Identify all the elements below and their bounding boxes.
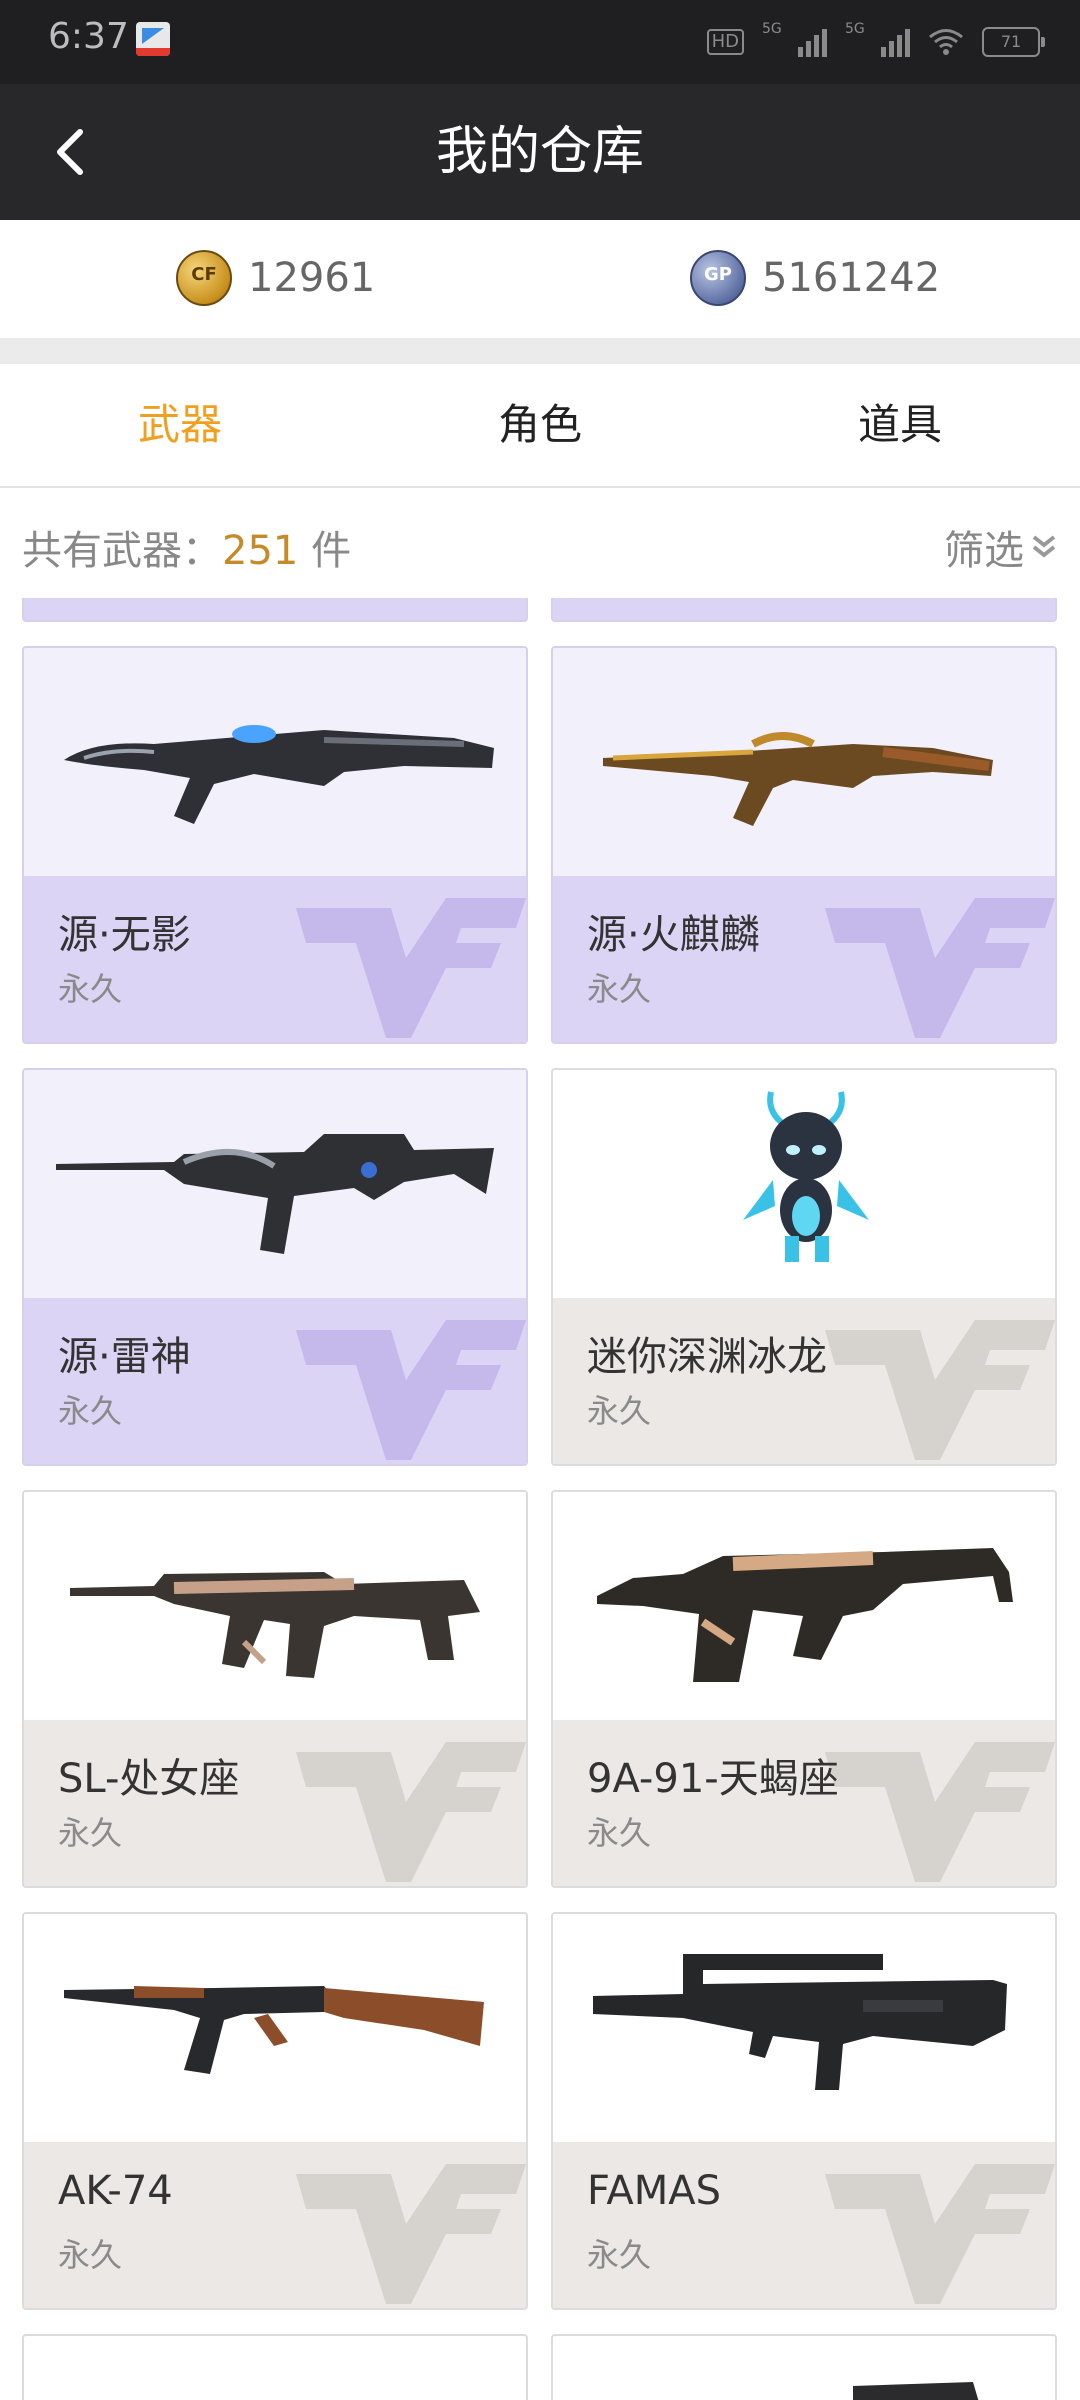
item-info: FAMAS 永久 [553, 2142, 1055, 2308]
item-name: AK-74 [58, 2168, 173, 2214]
rifle-famas-icon [593, 1954, 1007, 2090]
item-duration: 永久 [587, 1392, 652, 1430]
page-title: 我的仓库 [435, 122, 644, 182]
item-image [24, 648, 526, 876]
item-image [24, 1914, 526, 2142]
item-name: FAMAS [587, 2168, 721, 2214]
item-card[interactable]: 源·雷神 永久 [22, 1068, 528, 1466]
item-duration: 永久 [587, 2236, 652, 2274]
item-name: SL-处女座 [58, 1756, 240, 1802]
item-card[interactable]: 9A-91-天蝎座 永久 [551, 1490, 1057, 1888]
double-chevron-down-icon [1032, 535, 1056, 558]
tab-characters[interactable]: 角色 [360, 364, 720, 486]
rifle-ak74-icon [64, 1986, 484, 2074]
cf-points: 12961 [176, 250, 375, 306]
cf-logo-watermark [296, 2164, 526, 2304]
item-name: 源·火麒麟 [587, 912, 760, 958]
pistol-partial-icon [853, 2382, 979, 2400]
rifle-scar-icon [70, 1572, 480, 1678]
cf-logo-watermark [296, 1742, 526, 1882]
rifle-ak-gold-icon [603, 732, 993, 826]
cf-logo-watermark [825, 898, 1055, 1038]
item-info: AK-74 永久 [24, 2142, 526, 2308]
cf-logo-watermark [825, 1320, 1055, 1460]
hd-badge: HD [706, 29, 744, 55]
item-duration: 永久 [587, 1814, 652, 1852]
cf-points-value: 12961 [248, 255, 376, 301]
item-card[interactable]: 迷你深渊冰龙 永久 [551, 1068, 1057, 1466]
notification-app-icon [136, 22, 170, 56]
tab-weapons[interactable]: 武器 [0, 364, 360, 486]
app-header: 我的仓库 [0, 84, 1080, 220]
item-card[interactable]: FAMAS 永久 [551, 1912, 1057, 2310]
item-image [553, 648, 1055, 876]
item-name: 迷你深渊冰龙 [587, 1334, 827, 1380]
count-label: 共有武器： [22, 528, 222, 574]
item-image [553, 1914, 1055, 2142]
item-duration: 永久 [587, 970, 652, 1008]
cf-logo-watermark [296, 898, 526, 1038]
item-info: 源·雷神 永久 [24, 1298, 526, 1464]
item-card[interactable]: AK-74 永久 [22, 1912, 528, 2310]
item-card[interactable]: 源·火麒麟 永久 [551, 646, 1057, 1044]
item-name: 源·雷神 [58, 1334, 191, 1380]
cf-coin-icon [176, 250, 232, 306]
item-duration: 永久 [58, 1814, 123, 1852]
item-name: 源·无影 [58, 912, 191, 958]
partial-item-card[interactable] [22, 598, 528, 622]
count-unit: 件 [298, 528, 352, 574]
status-bar: 6:37 HD 5G 5G 71 [0, 0, 1080, 84]
item-image [24, 1070, 526, 1298]
gp-coin-icon [690, 250, 746, 306]
item-image [553, 1070, 1055, 1298]
item-image [24, 1492, 526, 1720]
item-name: 9A-91-天蝎座 [587, 1756, 839, 1802]
item-info: 源·火麒麟 永久 [553, 876, 1055, 1042]
partial-item-card[interactable] [551, 2334, 1057, 2400]
partial-item-card[interactable] [22, 2334, 528, 2400]
rifle-9a91-icon [597, 1548, 1013, 1682]
item-info: SL-处女座 永久 [24, 1720, 526, 1886]
separator [0, 338, 1080, 364]
rifle-ak-blade-icon [64, 725, 494, 824]
signal-icon-1: 5G [762, 21, 827, 57]
inventory-grid: 源·无影 永久 源·火麒麟 永久 源·雷神 永久 迷你深渊冰龙 永久 SL-处女… [0, 598, 1080, 2400]
status-time: 6:37 [48, 16, 129, 57]
count-number: 251 [222, 528, 299, 574]
gp-points: 5161242 [690, 250, 940, 306]
count-bar: 共有武器：251 件 筛选 [0, 488, 1080, 598]
cf-logo-watermark [825, 2164, 1055, 2304]
signal-icon-2: 5G [845, 21, 910, 57]
rifle-m4-icon [56, 1134, 494, 1254]
currency-bar: 12961 5161242 [0, 220, 1080, 338]
rifle-partial-icon [24, 2336, 528, 2400]
item-card[interactable]: SL-处女座 永久 [22, 1490, 528, 1888]
item-duration: 永久 [58, 970, 123, 1008]
item-duration: 永久 [58, 1392, 123, 1430]
cf-logo-watermark [825, 1742, 1055, 1882]
item-duration: 永久 [58, 2236, 123, 2274]
partial-item-card[interactable] [551, 598, 1057, 622]
item-card[interactable]: 源·无影 永久 [22, 646, 528, 1044]
battery-icon: 71 [982, 27, 1045, 57]
cf-logo-watermark [296, 1320, 526, 1460]
status-icons: HD 5G 5G 71 [706, 21, 1045, 62]
item-image [553, 1492, 1055, 1720]
wifi-icon [928, 28, 964, 56]
filter-button[interactable]: 筛选 [944, 518, 1058, 576]
category-tabs: 武器 角色 道具 [0, 364, 1080, 488]
tab-items[interactable]: 道具 [720, 364, 1080, 486]
item-info: 迷你深渊冰龙 永久 [553, 1298, 1055, 1464]
mini-dragon-icon [743, 1091, 869, 1262]
weapon-count: 共有武器：251 件 [22, 518, 351, 576]
item-info: 9A-91-天蝎座 永久 [553, 1720, 1055, 1886]
filter-label: 筛选 [944, 528, 1024, 574]
gp-points-value: 5161242 [762, 255, 941, 301]
item-info: 源·无影 永久 [24, 876, 526, 1042]
